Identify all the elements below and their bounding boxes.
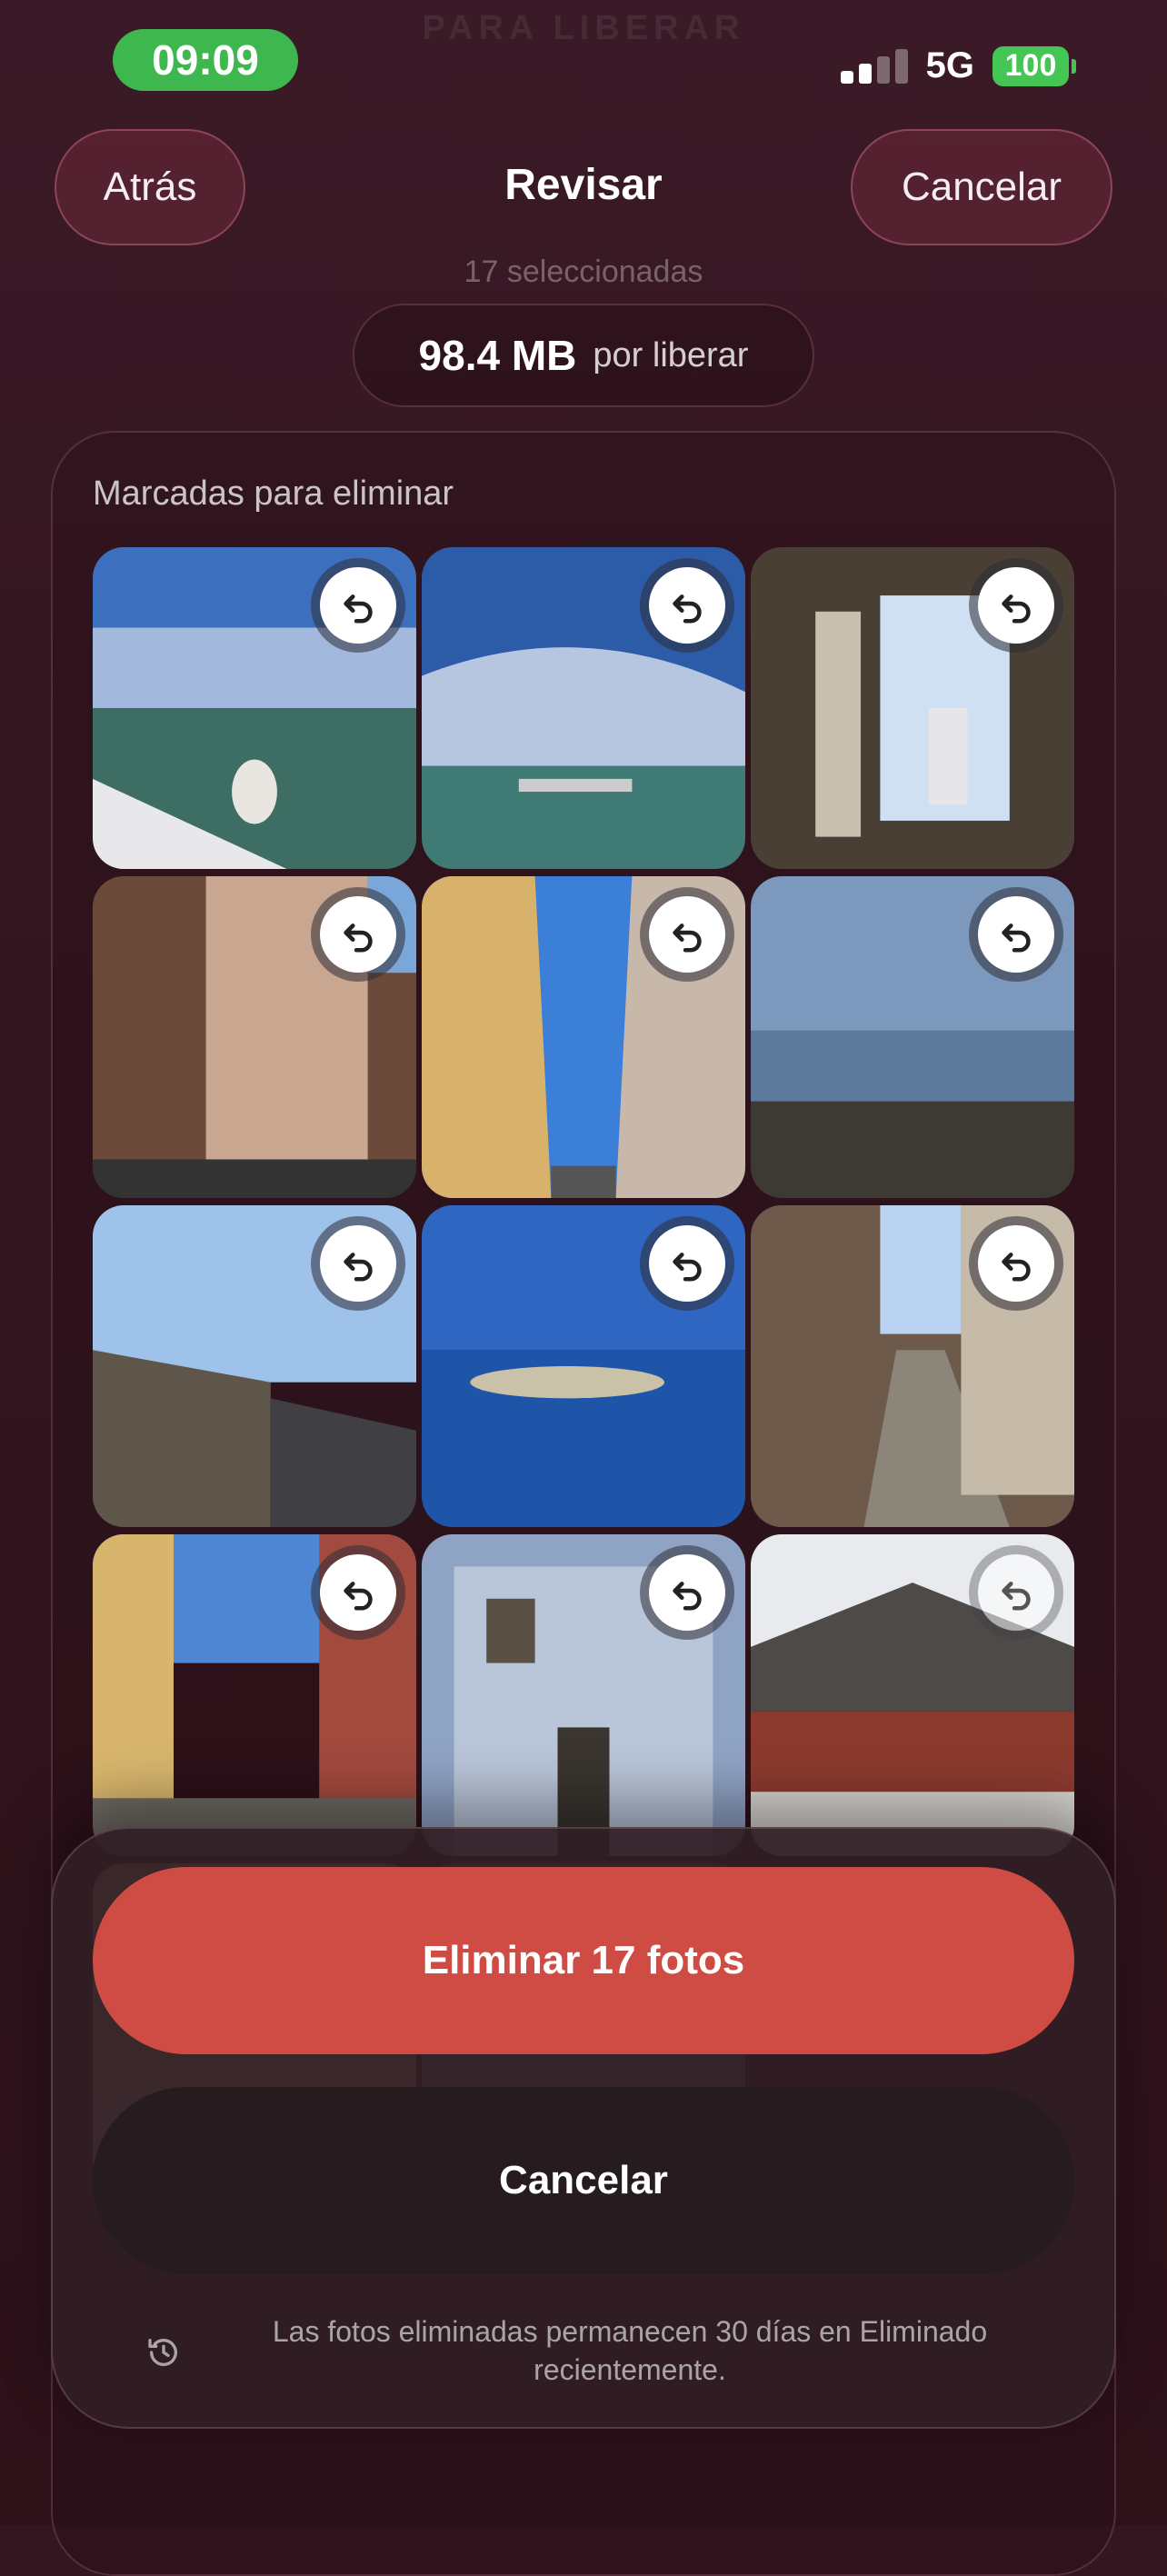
photo-tile[interactable] [422, 547, 745, 869]
battery-level: 100 [992, 45, 1069, 86]
undo-icon[interactable] [649, 567, 725, 644]
photo-tile[interactable] [422, 1534, 745, 1856]
status-time: 09:09 [113, 29, 298, 91]
size-value: 98.4 MB [418, 332, 577, 379]
photo-tile[interactable] [93, 1534, 416, 1856]
recently-deleted-note: Las fotos eliminadas permanecen 30 días … [145, 2312, 1054, 2389]
undo-icon[interactable] [978, 1225, 1054, 1302]
delete-photos-button[interactable]: Eliminar 17 fotos [93, 1867, 1074, 2054]
size-to-free-badge: 98.4 MB por liberar [353, 304, 814, 407]
clock-history-icon [148, 2339, 177, 2367]
selected-count: 17 seleccionadas [464, 255, 703, 289]
cancel-nav-button[interactable]: Cancelar [851, 129, 1112, 245]
photo-tile[interactable] [422, 876, 745, 1198]
undo-icon[interactable] [978, 567, 1054, 644]
undo-icon[interactable] [978, 1554, 1054, 1631]
undo-icon[interactable] [320, 567, 396, 644]
cancel-button[interactable]: Cancelar [93, 2087, 1074, 2274]
network-type: 5G [925, 45, 974, 85]
photo-tile[interactable] [751, 547, 1074, 869]
undo-icon[interactable] [649, 1554, 725, 1631]
undo-icon[interactable] [649, 1225, 725, 1302]
status-indicators: 5G 100 [840, 45, 1076, 86]
photo-tile[interactable] [93, 876, 416, 1198]
size-label: por liberar [593, 335, 749, 374]
cellular-signal-icon [840, 48, 908, 84]
undo-icon[interactable] [978, 896, 1054, 973]
battery-icon: 100 [992, 45, 1076, 86]
undo-icon[interactable] [649, 896, 725, 973]
photo-tile[interactable] [93, 547, 416, 869]
photo-tile[interactable] [751, 1534, 1074, 1856]
footer-note-text: Las fotos eliminadas permanecen 30 días … [272, 2315, 988, 2386]
undo-icon[interactable] [320, 1554, 396, 1631]
photo-tile[interactable] [751, 1205, 1074, 1527]
photo-tile[interactable] [751, 876, 1074, 1198]
undo-icon[interactable] [320, 896, 396, 973]
section-title: Marcadas para eliminar [93, 474, 454, 513]
undo-icon[interactable] [320, 1225, 396, 1302]
photo-tile[interactable] [93, 1205, 416, 1527]
photo-tile[interactable] [422, 1205, 745, 1527]
